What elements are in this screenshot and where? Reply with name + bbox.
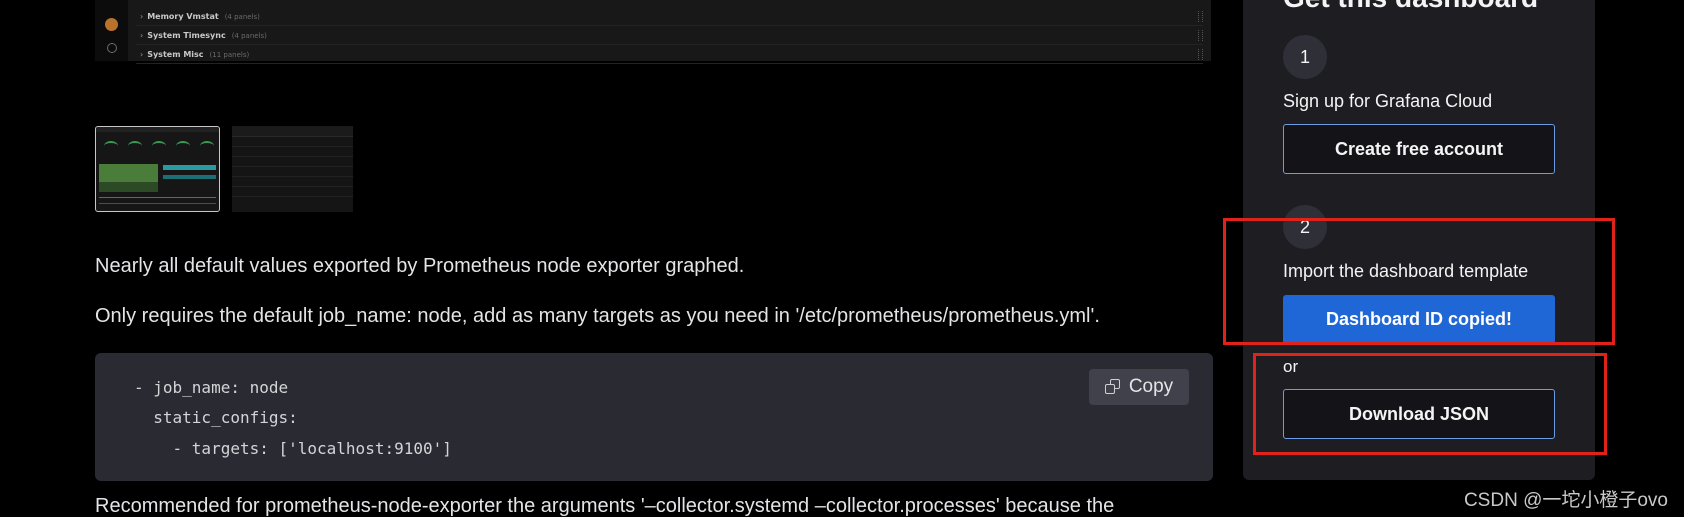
code-line: static_configs: xyxy=(134,408,298,427)
description-text: Recommended for prometheus-node-exporter… xyxy=(95,495,1115,517)
thumb-gauge xyxy=(128,141,142,151)
page: › Memory Vmstat (4 panels) › System Timesyn… xyxy=(0,0,1684,517)
create-free-account-button[interactable]: Create free account xyxy=(1283,124,1555,174)
avatar-icon xyxy=(105,18,118,31)
thumbnail-1[interactable] xyxy=(95,126,220,212)
step-text: Sign up for Grafana Cloud xyxy=(1283,91,1493,111)
thumb-graph xyxy=(99,182,158,192)
help-icon xyxy=(107,43,117,53)
code-block: - job_name: node static_configs: - targe… xyxy=(95,353,1213,481)
watermark: CSDN @一坨小橙子ovo xyxy=(1463,490,1668,511)
preview-panel: › Memory Vmstat (4 panels) › System Timesyn… xyxy=(128,0,1211,64)
thumb-gauge xyxy=(200,141,214,151)
preview-row-label: System Timesync xyxy=(147,31,226,40)
description-text: Only requires the default job_name: node… xyxy=(95,305,1100,327)
drag-handle-icon xyxy=(1198,11,1203,22)
download-json-button[interactable]: Download JSON xyxy=(1283,389,1555,439)
dashboard-screenshot-preview: › Memory Vmstat (4 panels) › System Timesyn… xyxy=(95,0,1211,64)
thumb-row xyxy=(232,146,353,147)
drag-handle-icon xyxy=(1198,49,1203,60)
preview-row-label: System Misc xyxy=(147,50,204,59)
code-line: - job_name: node xyxy=(134,378,289,397)
step-number-badge: 1 xyxy=(1283,35,1327,79)
preview-row: › Memory Vmstat (4 panels) xyxy=(136,8,1203,26)
card-title: Get this dashboard xyxy=(1283,0,1538,14)
preview-row-sub: (4 panels) xyxy=(224,13,260,21)
step-text: Import the dashboard template xyxy=(1283,261,1529,281)
or-separator: or xyxy=(1283,357,1299,376)
preview-row-sub: (11 panels) xyxy=(209,51,250,59)
code-line: - targets: ['localhost:9100'] xyxy=(134,439,452,458)
preview-row-label: Memory Vmstat xyxy=(147,12,219,21)
copy-icon xyxy=(1104,379,1121,395)
thumb-graph-line xyxy=(99,197,216,198)
chevron-right-icon: › xyxy=(140,12,144,21)
thumb-header xyxy=(96,127,219,132)
thumb-row xyxy=(232,156,353,157)
thumb-gauge xyxy=(176,141,190,151)
thumb-row xyxy=(232,186,353,187)
thumb-row xyxy=(232,196,353,197)
copy-dashboard-id-button[interactable]: Dashboard ID copied! xyxy=(1283,295,1555,344)
thumb-graph xyxy=(99,164,158,182)
thumb-graph-line xyxy=(99,203,216,204)
description-text: Nearly all default values exported by Pr… xyxy=(95,255,745,277)
copy-button[interactable]: Copy xyxy=(1089,369,1189,405)
step-number-badge: 2 xyxy=(1283,205,1327,249)
thumb-gauge xyxy=(152,141,166,151)
preview-row: › System Timesync (4 panels) xyxy=(136,27,1203,45)
copy-label: Copy xyxy=(1128,376,1174,397)
thumb-header xyxy=(232,126,353,137)
thumb-graph xyxy=(163,165,216,170)
chevron-right-icon: › xyxy=(140,31,144,40)
thumbnail-2[interactable] xyxy=(232,126,353,212)
preview-left-rail xyxy=(95,0,128,61)
thumb-graph xyxy=(163,175,216,179)
thumb-row xyxy=(232,176,353,177)
chevron-right-icon: › xyxy=(140,50,144,59)
preview-row-sub: (4 panels) xyxy=(231,32,267,40)
drag-handle-icon xyxy=(1198,30,1203,41)
thumb-gauge xyxy=(104,141,118,151)
get-dashboard-card: Get this dashboard 1 Sign up for Grafana… xyxy=(1243,0,1595,480)
thumb-row xyxy=(232,166,353,167)
preview-row: › System Misc (11 panels) xyxy=(136,46,1203,64)
